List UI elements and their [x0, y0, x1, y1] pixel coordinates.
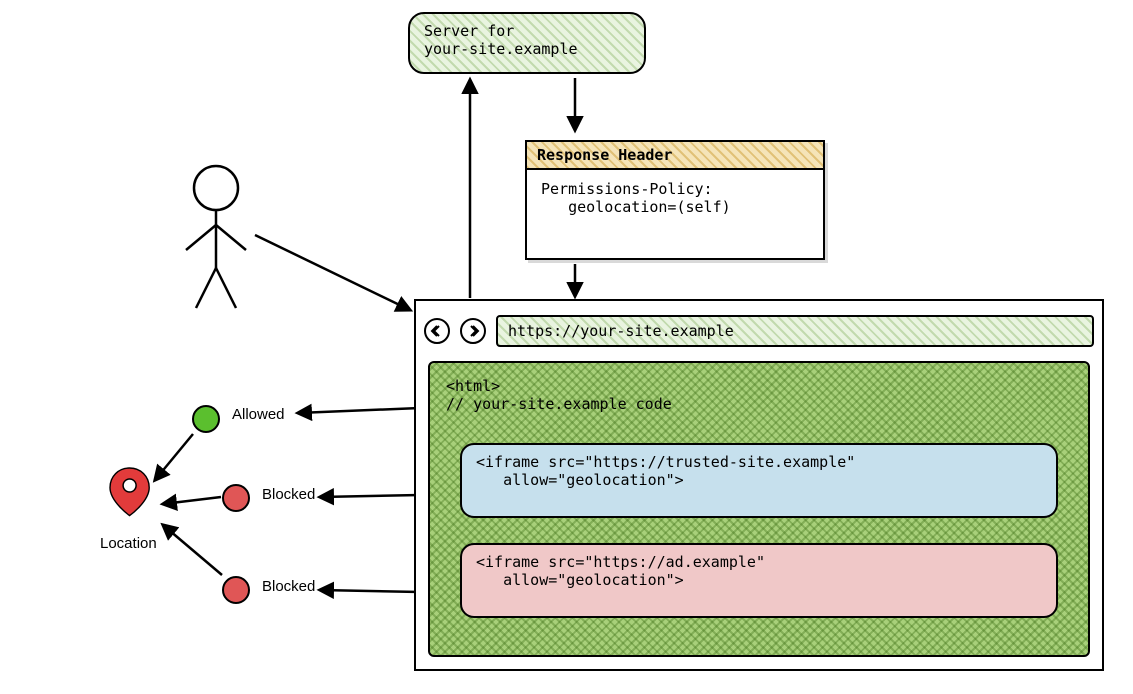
page-source-snippet: <html> // your-site.example code — [446, 377, 672, 413]
iframe-ad-box: <iframe src="https://ad.example" allow="… — [460, 543, 1058, 618]
status-dot-allowed — [192, 405, 220, 433]
response-header-card: Response Header Permissions-Policy: geol… — [525, 140, 825, 260]
address-bar-url: https://your-site.example — [508, 322, 734, 340]
status-dot-blocked-2 — [222, 576, 250, 604]
back-icon[interactable] — [424, 318, 450, 344]
response-header-body: Permissions-Policy: geolocation=(self) — [527, 170, 823, 226]
browser-viewport: <html> // your-site.example code <iframe… — [428, 361, 1090, 657]
browser-toolbar: https://your-site.example — [424, 311, 1094, 351]
status-label-blocked-2: Blocked — [262, 578, 315, 595]
user-icon — [186, 166, 246, 308]
status-dot-blocked-1 — [222, 484, 250, 512]
server-box: Server for your-site.example — [408, 12, 646, 74]
status-label-allowed: Allowed — [232, 406, 285, 423]
location-pin-icon — [110, 468, 149, 516]
browser-window: https://your-site.example <html> // your… — [414, 299, 1104, 671]
server-label: Server for your-site.example — [424, 22, 630, 58]
status-label-blocked-1: Blocked — [262, 486, 315, 503]
address-bar[interactable]: https://your-site.example — [496, 315, 1094, 347]
forward-icon[interactable] — [460, 318, 486, 344]
iframe-trusted-box: <iframe src="https://trusted-site.exampl… — [460, 443, 1058, 518]
diagram-stage: Server for your-site.example Response He… — [0, 0, 1133, 694]
response-header-title: Response Header — [527, 142, 823, 170]
location-label: Location — [100, 535, 157, 552]
